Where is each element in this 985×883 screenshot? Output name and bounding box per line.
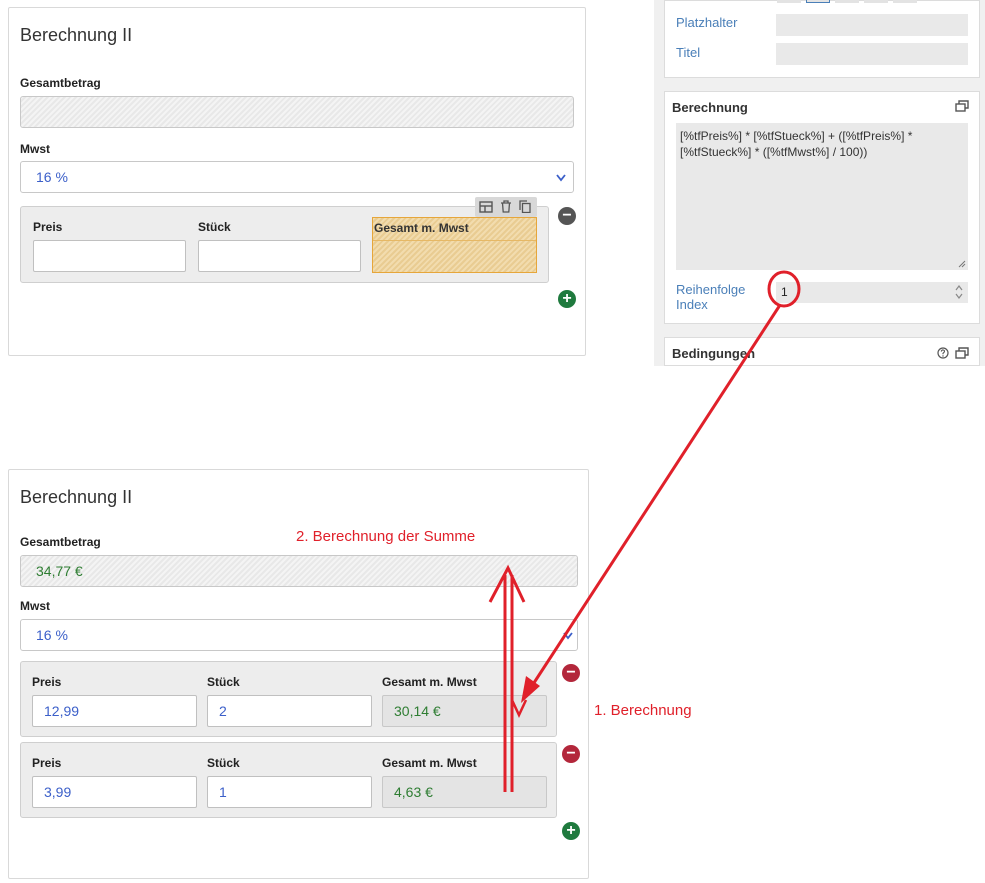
calculation-box: Berechnung [%tfPreis%] * [%tfStueck%] + …	[664, 91, 980, 324]
calculation-header: Berechnung	[672, 100, 748, 115]
resize-handle-icon[interactable]	[958, 260, 966, 268]
conditions-header: Bedingungen	[672, 346, 756, 361]
chevron-down-icon	[563, 632, 573, 640]
price-label: Preis	[32, 675, 62, 689]
total-field[interactable]	[20, 96, 574, 128]
help-icon[interactable]	[937, 347, 949, 359]
vat-select-value: 16 %	[36, 627, 68, 643]
field-properties-box: Platzhalter Titel	[664, 0, 980, 78]
field-divider	[373, 240, 536, 241]
chevron-down-icon	[556, 174, 566, 182]
total-row-label: Gesamt m. Mwst	[382, 756, 477, 770]
order-index-value: 1	[781, 285, 788, 299]
trash-icon[interactable]	[500, 200, 512, 213]
repeater-row: Preis Stück Gesamt m. Mwst	[20, 197, 549, 283]
toolbar-stub-3[interactable]	[835, 0, 859, 3]
title-input[interactable]	[776, 43, 968, 65]
price-input[interactable]	[33, 240, 186, 272]
title-label: Titel	[676, 45, 701, 60]
window-icon[interactable]	[955, 347, 969, 359]
form-title: Berechnung II	[20, 487, 133, 507]
qty-label: Stück	[207, 675, 240, 689]
order-label-line1: Reihenfolge	[676, 282, 746, 297]
qty-label: Stück	[207, 756, 240, 770]
total-field[interactable]: 34,77 €	[20, 555, 578, 587]
add-row-icon[interactable]: +	[558, 290, 576, 308]
vat-select[interactable]: 16 %	[20, 619, 578, 651]
conditions-box: Bedingungen	[664, 337, 980, 366]
properties-sidebar: Platzhalter Titel Berechnung [%tfPreis%]…	[654, 0, 985, 366]
copy-icon[interactable]	[519, 200, 531, 213]
toolbar-stub-5[interactable]	[893, 0, 917, 3]
vat-select-value: 16 %	[36, 169, 68, 185]
price-input[interactable]: 3,99	[32, 776, 197, 808]
qty-label: Stück	[198, 220, 231, 234]
qty-input[interactable]: 1	[207, 776, 372, 808]
total-label: Gesamtbetrag	[20, 535, 101, 549]
toolbar-stub	[777, 0, 917, 4]
placeholder-label: Platzhalter	[676, 15, 738, 30]
vat-label: Mwst	[20, 599, 50, 613]
qty-input[interactable]	[198, 240, 361, 272]
order-label-line2: Index	[676, 297, 708, 312]
spinner-icon[interactable]	[955, 284, 963, 300]
total-field-selected[interactable]: Gesamt m. Mwst	[372, 217, 537, 273]
add-row-icon[interactable]: +	[562, 822, 580, 840]
row-total-field: 30,14 €	[382, 695, 547, 727]
repeater-row: Preis 3,99 Stück 1 Gesamt m. Mwst 4,63 €	[20, 742, 557, 818]
price-label: Preis	[32, 756, 62, 770]
vat-select[interactable]: 16 %	[20, 161, 574, 193]
window-icon[interactable]	[955, 100, 969, 112]
remove-row-icon[interactable]: −	[562, 664, 580, 682]
total-label: Gesamtbetrag	[20, 76, 101, 90]
form-title: Berechnung II	[20, 25, 133, 45]
annotation-sum: 2. Berechnung der Summe	[296, 528, 476, 545]
annotation-first: 1. Berechnung	[594, 702, 692, 719]
repeater-row: Preis 12,99 Stück 2 Gesamt m. Mwst 30,14…	[20, 661, 557, 737]
field-toolbar	[475, 197, 537, 217]
layout-icon[interactable]	[479, 201, 493, 213]
order-index-input[interactable]: 1	[776, 282, 968, 303]
toolbar-stub-2[interactable]	[806, 0, 830, 3]
formula-textarea[interactable]: [%tfPreis%] * [%tfStueck%] + ([%tfPreis%…	[676, 123, 968, 270]
toolbar-stub-1[interactable]	[777, 0, 801, 3]
total-field-label: Gesamt m. Mwst	[374, 221, 469, 235]
vat-label: Mwst	[20, 142, 50, 156]
row-total-field: 4,63 €	[382, 776, 547, 808]
price-label: Preis	[33, 220, 63, 234]
remove-row-icon[interactable]: −	[558, 207, 576, 225]
remove-row-icon[interactable]: −	[562, 745, 580, 763]
qty-input[interactable]: 2	[207, 695, 372, 727]
toolbar-stub-4[interactable]	[864, 0, 888, 3]
price-input[interactable]: 12,99	[32, 695, 197, 727]
form-editor-panel: Berechnung II Gesamtbetrag Mwst 16 % Pre…	[8, 7, 586, 356]
formula-text: [%tfPreis%] * [%tfStueck%] + ([%tfPreis%…	[680, 129, 913, 159]
total-row-label: Gesamt m. Mwst	[382, 675, 477, 689]
placeholder-input[interactable]	[776, 14, 968, 36]
